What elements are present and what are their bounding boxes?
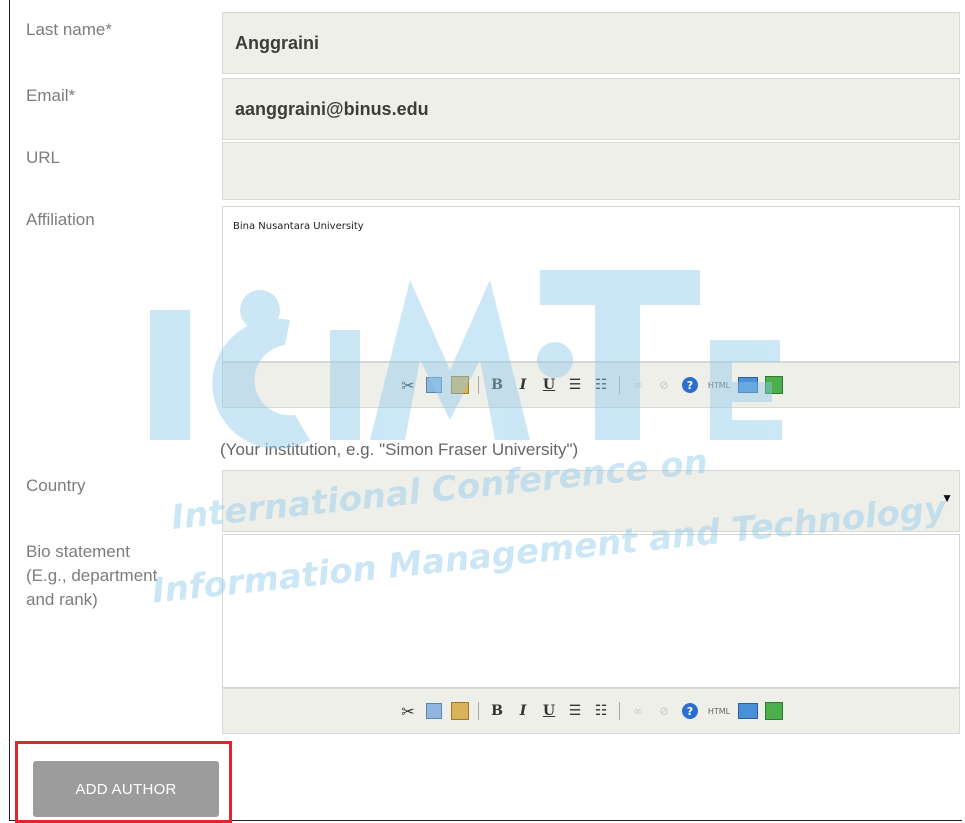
- paste-icon[interactable]: [450, 701, 470, 721]
- email-value: aanggraini@binus.edu: [235, 99, 429, 119]
- last-name-value: Anggraini: [235, 33, 319, 53]
- bio-label-line1: Bio statement: [26, 542, 130, 561]
- underline-button[interactable]: U: [539, 701, 559, 721]
- affiliation-label: Affiliation: [26, 210, 95, 229]
- fullscreen-icon[interactable]: [738, 701, 758, 721]
- url-label: URL: [26, 148, 61, 167]
- html-icon[interactable]: HTML: [706, 701, 732, 721]
- icimtech-watermark-logo: [150, 270, 782, 449]
- numbered-list-icon[interactable]: ☷: [591, 701, 611, 721]
- unlink-icon[interactable]: ⊘: [654, 701, 674, 721]
- last-name-input[interactable]: Anggraini: [222, 12, 960, 74]
- bio-label-line2: (E.g., department: [26, 566, 158, 585]
- last-name-label: Last name*: [26, 20, 112, 39]
- link-icon[interactable]: ∞: [628, 701, 648, 721]
- email-label: Email*: [26, 86, 76, 105]
- email-input[interactable]: aanggraini@binus.edu: [222, 78, 960, 140]
- country-label: Country: [26, 476, 86, 495]
- bio-editor-toolbar: ✂ B I U ☰ ☷ ∞ ⊘ ? HTML: [222, 688, 960, 734]
- bio-label-line3: and rank): [26, 590, 98, 609]
- cut-icon[interactable]: ✂: [398, 701, 418, 721]
- help-icon[interactable]: ?: [680, 701, 700, 721]
- bold-button[interactable]: B: [487, 701, 507, 721]
- affiliation-value: Bina Nusantara University: [233, 221, 364, 232]
- upload-image-icon[interactable]: [764, 701, 784, 721]
- copy-icon[interactable]: [424, 701, 444, 721]
- italic-button[interactable]: I: [513, 701, 533, 721]
- url-input[interactable]: [222, 142, 960, 200]
- toolbar-divider: [619, 702, 620, 720]
- add-author-button[interactable]: ADD AUTHOR: [33, 761, 219, 817]
- toolbar-divider: [478, 702, 479, 720]
- bullet-list-icon[interactable]: ☰: [565, 701, 585, 721]
